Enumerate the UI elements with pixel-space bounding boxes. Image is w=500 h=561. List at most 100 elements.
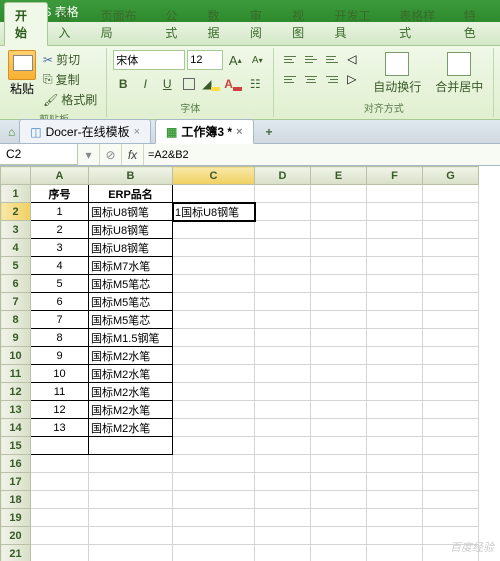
ribbon-tab-2[interactable]: 页面布局 — [91, 3, 156, 45]
cell-B1[interactable]: ERP品名 — [89, 185, 173, 203]
cell-A16[interactable] — [31, 455, 89, 473]
cell-A4[interactable]: 3 — [31, 239, 89, 257]
cell-G7[interactable] — [423, 293, 479, 311]
cell-A1[interactable]: 序号 — [31, 185, 89, 203]
cell-E12[interactable] — [311, 383, 367, 401]
cell-G18[interactable] — [423, 491, 479, 509]
row-header-5[interactable]: 5 — [1, 257, 31, 275]
col-header-A[interactable]: A — [31, 167, 89, 185]
cell-D7[interactable] — [255, 293, 311, 311]
cell-B21[interactable] — [89, 545, 173, 561]
align-right-button[interactable] — [322, 70, 342, 88]
row-header-19[interactable]: 19 — [1, 509, 31, 527]
cell-E6[interactable] — [311, 275, 367, 293]
cell-D8[interactable] — [255, 311, 311, 329]
indent-decrease-button[interactable]: ◁ — [343, 50, 363, 68]
cell-D16[interactable] — [255, 455, 311, 473]
row-header-11[interactable]: 11 — [1, 365, 31, 383]
cell-F2[interactable] — [367, 203, 423, 221]
cell-D12[interactable] — [255, 383, 311, 401]
cell-B12[interactable]: 国标M2水笔 — [89, 383, 173, 401]
cell-B14[interactable]: 国标M2水笔 — [89, 419, 173, 437]
cell-D19[interactable] — [255, 509, 311, 527]
row-header-3[interactable]: 3 — [1, 221, 31, 239]
copy-button[interactable]: ⎘复制 — [40, 70, 100, 89]
cell-C19[interactable] — [173, 509, 255, 527]
col-header-D[interactable]: D — [255, 167, 311, 185]
row-header-6[interactable]: 6 — [1, 275, 31, 293]
cell-B16[interactable] — [89, 455, 173, 473]
cell-G5[interactable] — [423, 257, 479, 275]
indent-increase-button[interactable]: ▷ — [343, 70, 363, 88]
cell-B5[interactable]: 国标M7水笔 — [89, 257, 173, 275]
cell-G4[interactable] — [423, 239, 479, 257]
cell-C5[interactable] — [173, 257, 255, 275]
cell-C15[interactable] — [173, 437, 255, 455]
col-header-B[interactable]: B — [89, 167, 173, 185]
formula-input[interactable]: =A2&B2 — [144, 144, 500, 165]
row-header-1[interactable]: 1 — [1, 185, 31, 203]
border-button[interactable] — [179, 74, 199, 94]
cell-A21[interactable] — [31, 545, 89, 561]
cell-A12[interactable]: 11 — [31, 383, 89, 401]
cell-C9[interactable] — [173, 329, 255, 347]
cell-B17[interactable] — [89, 473, 173, 491]
cell-D3[interactable] — [255, 221, 311, 239]
cell-A18[interactable] — [31, 491, 89, 509]
cell-C7[interactable] — [173, 293, 255, 311]
cell-F18[interactable] — [367, 491, 423, 509]
cell-D13[interactable] — [255, 401, 311, 419]
cell-C3[interactable] — [173, 221, 255, 239]
italic-button[interactable]: I — [135, 74, 155, 94]
cell-F4[interactable] — [367, 239, 423, 257]
cell-F15[interactable] — [367, 437, 423, 455]
cell-B11[interactable]: 国标M2水笔 — [89, 365, 173, 383]
cell-C18[interactable] — [173, 491, 255, 509]
cell-G17[interactable] — [423, 473, 479, 491]
cell-E20[interactable] — [311, 527, 367, 545]
cell-G15[interactable] — [423, 437, 479, 455]
name-box-dropdown[interactable]: ▾ — [78, 144, 100, 165]
cell-F21[interactable] — [367, 545, 423, 561]
cell-C11[interactable] — [173, 365, 255, 383]
cancel-formula-button[interactable]: ⊘ — [100, 144, 122, 165]
cell-G9[interactable] — [423, 329, 479, 347]
cell-G6[interactable] — [423, 275, 479, 293]
ribbon-tab-4[interactable]: 数据 — [198, 3, 240, 45]
row-header-8[interactable]: 8 — [1, 311, 31, 329]
cell-F5[interactable] — [367, 257, 423, 275]
cell-F3[interactable] — [367, 221, 423, 239]
cell-G11[interactable] — [423, 365, 479, 383]
cut-button[interactable]: ✂剪切 — [40, 50, 100, 69]
font-color-button[interactable]: A — [223, 74, 243, 94]
row-header-7[interactable]: 7 — [1, 293, 31, 311]
ribbon-tab-0[interactable]: 开始 — [4, 2, 48, 46]
fx-button[interactable]: fx — [122, 144, 144, 165]
decrease-font-button[interactable]: A▾ — [247, 50, 267, 70]
cell-A19[interactable] — [31, 509, 89, 527]
cell-E11[interactable] — [311, 365, 367, 383]
cell-F7[interactable] — [367, 293, 423, 311]
select-all-corner[interactable] — [1, 167, 31, 185]
cell-F8[interactable] — [367, 311, 423, 329]
row-header-17[interactable]: 17 — [1, 473, 31, 491]
cell-C6[interactable] — [173, 275, 255, 293]
cell-D15[interactable] — [255, 437, 311, 455]
doc-tab-template[interactable]: ◫ Docer-在线模板 × — [19, 119, 151, 144]
cell-C20[interactable] — [173, 527, 255, 545]
cell-A10[interactable]: 9 — [31, 347, 89, 365]
cell-F14[interactable] — [367, 419, 423, 437]
row-header-12[interactable]: 12 — [1, 383, 31, 401]
ribbon-tab-3[interactable]: 公式 — [155, 3, 197, 45]
cell-F9[interactable] — [367, 329, 423, 347]
row-header-21[interactable]: 21 — [1, 545, 31, 561]
merge-center-button[interactable]: 合并居中 — [431, 50, 487, 97]
row-header-10[interactable]: 10 — [1, 347, 31, 365]
cell-E7[interactable] — [311, 293, 367, 311]
cell-E5[interactable] — [311, 257, 367, 275]
align-center-button[interactable] — [301, 70, 321, 88]
cell-E17[interactable] — [311, 473, 367, 491]
cell-F13[interactable] — [367, 401, 423, 419]
cell-A8[interactable]: 7 — [31, 311, 89, 329]
cell-A9[interactable]: 8 — [31, 329, 89, 347]
